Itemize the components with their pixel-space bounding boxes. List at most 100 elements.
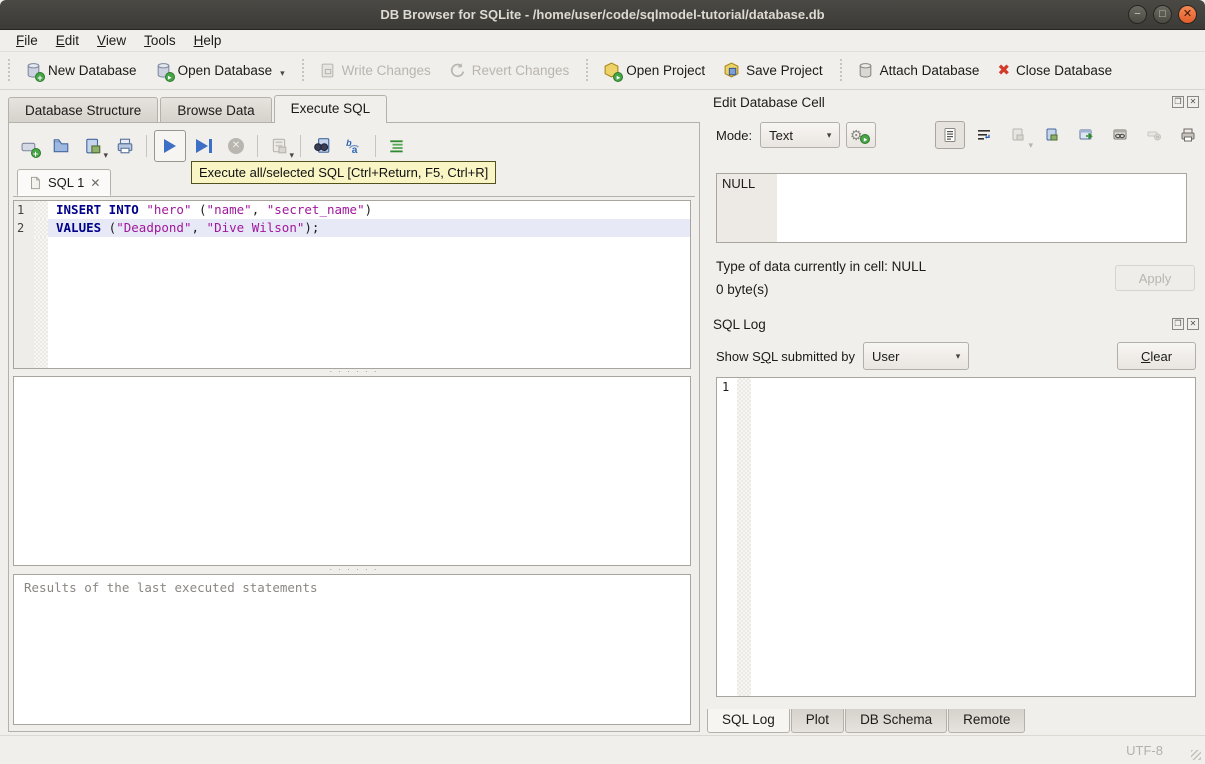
toolbar-drag-handle[interactable] [584, 59, 591, 83]
cell-type-info: Type of data currently in cell: NULL [716, 259, 926, 274]
sql-doc-tab-label: SQL 1 [48, 175, 84, 190]
menu-file[interactable]: File [8, 31, 46, 50]
attach-database-icon [857, 62, 874, 79]
tab-db-schema[interactable]: DB Schema [845, 709, 947, 733]
print-sql-button[interactable] [111, 132, 139, 160]
menu-tools[interactable]: Tools [136, 31, 184, 50]
open-file-icon [52, 137, 70, 155]
menu-edit[interactable]: Edit [48, 31, 87, 50]
print-cell-button[interactable] [1173, 121, 1203, 149]
execute-line-button[interactable] [190, 132, 218, 160]
attach-database-button[interactable]: Attach Database [848, 57, 989, 84]
chevron-down-icon[interactable]: ▾ [280, 68, 285, 79]
chevron-down-icon: ▾ [289, 150, 294, 161]
toolbar-separator [257, 135, 258, 157]
chevron-down-icon: ▾ [948, 351, 968, 362]
sql-log-header: SQL Log ❐ ✕ [713, 315, 1199, 333]
write-changes-button[interactable]: Write Changes [310, 57, 440, 84]
find-button[interactable] [308, 132, 336, 160]
cell-size-info: 0 byte(s) [716, 282, 769, 297]
open-external-button[interactable] [1071, 121, 1101, 149]
close-panel-icon[interactable]: ✕ [1187, 96, 1199, 108]
toolbar-separator [375, 135, 376, 157]
splitter-handle[interactable]: · · · · · · [309, 568, 399, 573]
tab-execute-sql[interactable]: Execute SQL [274, 95, 388, 123]
auto-switch-mode-button[interactable]: ⚙ ‣ [846, 122, 876, 148]
chevron-down-icon[interactable]: ▾ [103, 150, 108, 161]
window-title: DB Browser for SQLite - /home/user/code/… [380, 7, 824, 22]
code-line-2: VALUES ("Deadpond", "Dive Wilson"); [48, 219, 690, 237]
revert-changes-label: Revert Changes [472, 63, 570, 78]
toolbar-drag-handle[interactable] [6, 59, 13, 83]
float-panel-icon[interactable]: ❐ [1172, 96, 1184, 108]
export-cell-data-button[interactable] [1037, 121, 1067, 149]
cell-value-label: NULL [722, 176, 755, 191]
import-cell-data-button[interactable]: ▾ [1003, 121, 1033, 149]
code-line-1: INSERT INTO "hero" ("name", "secret_name… [48, 201, 690, 219]
cell-editor-area[interactable] [777, 174, 1186, 242]
open-project-button[interactable]: ‣ Open Project [594, 57, 714, 84]
close-panel-icon[interactable]: ✕ [1187, 318, 1199, 330]
right-dock: Edit Database Cell ❐ ✕ Mode: Text ▾ ⚙ ‣ … [705, 90, 1205, 735]
open-database-button[interactable]: ‣ Open Database ▾ [146, 57, 294, 84]
save-project-icon [723, 62, 740, 79]
cell-editor[interactable]: NULL [716, 173, 1187, 243]
set-null-icon [1146, 127, 1162, 143]
sql-log-view[interactable]: 1 [716, 377, 1196, 697]
replace-button[interactable]: ba [340, 132, 368, 160]
menu-help[interactable]: Help [186, 31, 230, 50]
submitter-select[interactable]: User ▾ [863, 342, 969, 370]
apply-button[interactable]: Apply [1115, 265, 1195, 291]
text-mode-button[interactable] [935, 121, 965, 149]
close-database-button[interactable]: ✖ Close Database [988, 57, 1121, 84]
play-icon [164, 139, 176, 153]
sql-editor[interactable]: 1 INSERT INTO "hero" ("name", "secret_na… [13, 200, 691, 369]
revert-changes-button[interactable]: Revert Changes [440, 57, 579, 84]
close-database-label: Close Database [1016, 63, 1112, 78]
save-project-button[interactable]: Save Project [714, 57, 832, 84]
format-sql-button[interactable] [383, 132, 411, 160]
tab-plot[interactable]: Plot [791, 709, 844, 733]
attach-database-label: Attach Database [880, 63, 980, 78]
play-icon [196, 139, 208, 153]
titlebar: DB Browser for SQLite - /home/user/code/… [0, 0, 1205, 30]
tab-browse-data[interactable]: Browse Data [160, 97, 271, 123]
replace-icon: ba [345, 137, 363, 155]
mode-select[interactable]: Text ▾ [760, 122, 840, 148]
set-null-button[interactable] [1139, 121, 1169, 149]
filter-label: Show SQL submitted by [716, 349, 855, 364]
execute-all-button[interactable] [154, 130, 186, 162]
word-wrap-button[interactable] [969, 121, 999, 149]
toolbar-separator [838, 59, 845, 83]
tab-remote[interactable]: Remote [948, 709, 1025, 733]
menu-view[interactable]: View [89, 31, 134, 50]
link-button[interactable] [1105, 121, 1135, 149]
sql-doc-tab[interactable]: SQL 1 ✕ [17, 169, 111, 196]
float-panel-icon[interactable]: ❐ [1172, 318, 1184, 330]
save-sql-file-button[interactable]: ▾ [79, 132, 107, 160]
sql-doc-tabbar: SQL 1 ✕ Execute all/selected SQL [Ctrl+R… [13, 169, 695, 197]
close-icon[interactable]: ✕ [1178, 5, 1197, 24]
results-grid[interactable] [13, 376, 691, 566]
cell-editor-gutter: NULL [717, 174, 777, 242]
printer-icon [116, 137, 134, 155]
maximize-icon[interactable]: □ [1153, 5, 1172, 24]
minimize-icon[interactable]: − [1128, 5, 1147, 24]
open-sql-tab-button[interactable]: + [15, 132, 43, 160]
new-database-button[interactable]: + New Database [16, 57, 146, 84]
encoding-indicator: UTF-8 [1126, 743, 1163, 758]
save-results-button[interactable]: ▾ [265, 132, 293, 160]
log-fold-margin [737, 378, 751, 696]
stop-button[interactable]: ✕ [222, 132, 250, 160]
results-message[interactable]: Results of the last executed statements [13, 574, 691, 725]
tab-sql-log[interactable]: SQL Log [707, 709, 790, 733]
window-controls: − □ ✕ [1128, 5, 1197, 24]
clear-log-button[interactable]: Clear [1117, 342, 1196, 370]
tab-database-structure[interactable]: Database Structure [8, 97, 158, 123]
left-pane: Database Structure Browse Data Execute S… [0, 90, 705, 735]
open-sql-file-button[interactable] [47, 132, 75, 160]
menubar: File Edit View Tools Help [0, 30, 1205, 52]
resize-grip-icon[interactable] [1191, 750, 1201, 760]
splitter-handle[interactable]: · · · · · · [309, 370, 399, 375]
close-tab-icon[interactable]: ✕ [90, 176, 100, 190]
